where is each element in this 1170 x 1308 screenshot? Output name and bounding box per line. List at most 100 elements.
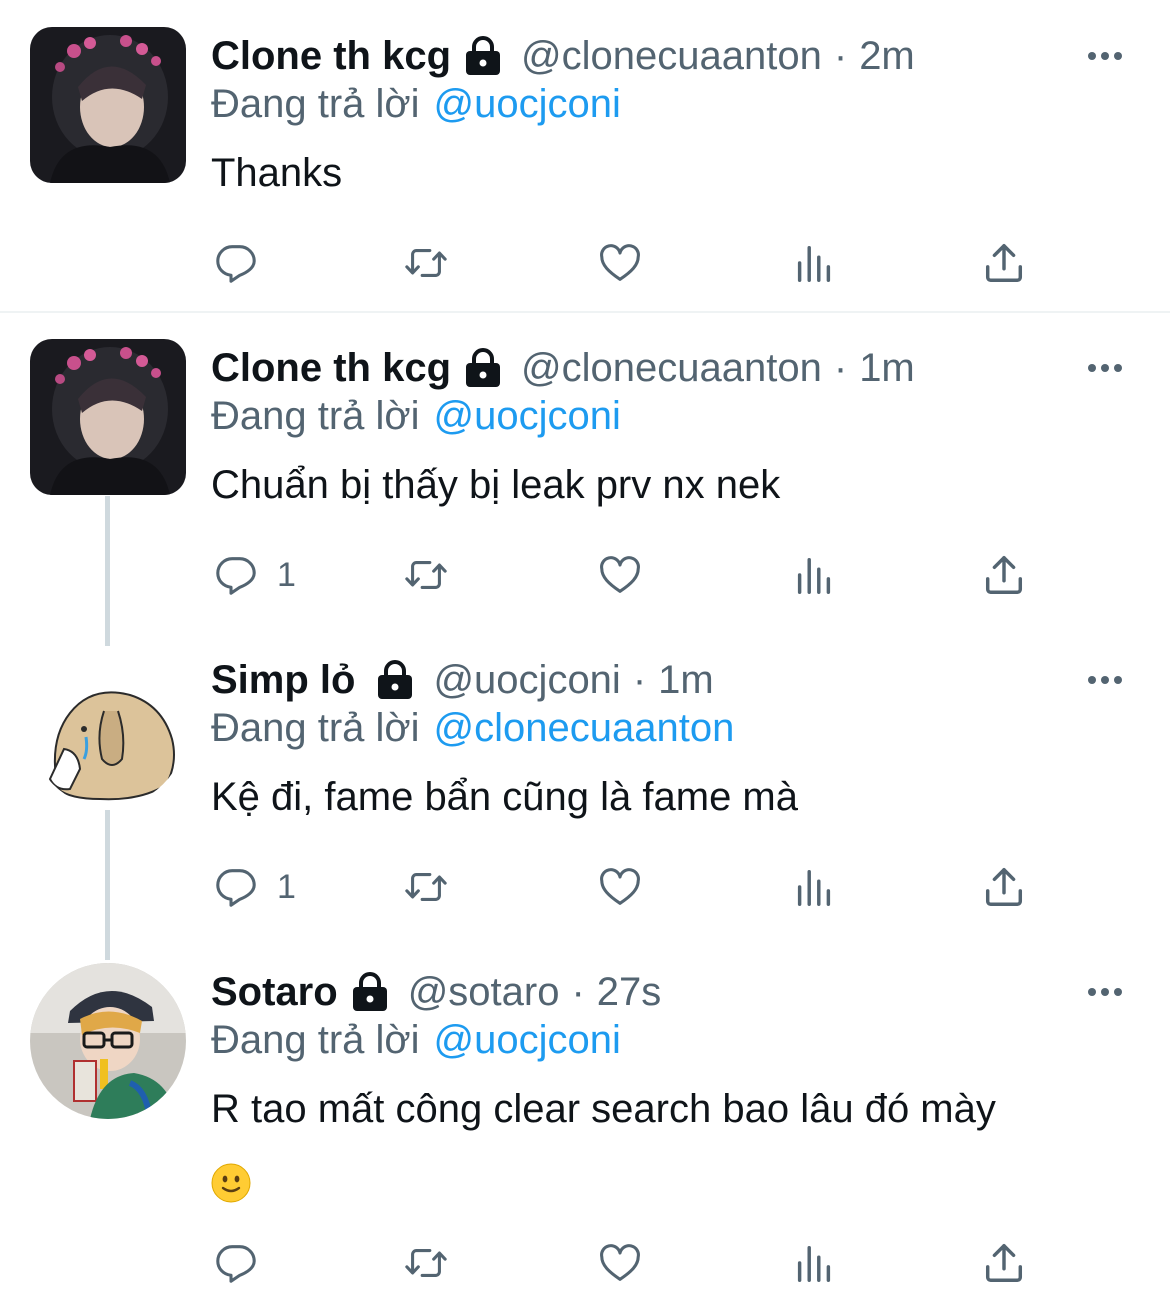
tweet-text: Kệ đi, fame bẩn cũng là fame mà (211, 775, 798, 819)
lock-icon (463, 346, 503, 390)
tweet-text-body: R tao mất công clear search bao lâu đó m… (211, 1087, 996, 1131)
more-icon[interactable] (1085, 36, 1125, 76)
reply-button[interactable] (213, 1233, 277, 1293)
avatar[interactable] (30, 651, 186, 807)
tweet-header: Sotaro @sotaro · 27s (211, 962, 1170, 1022)
handle[interactable]: @clonecuaanton (521, 34, 822, 79)
views-icon (797, 245, 831, 282)
reply-button[interactable]: 1 (213, 857, 296, 917)
share-button[interactable] (981, 545, 1027, 605)
avatar[interactable] (30, 339, 186, 495)
separator-dot: · (632, 657, 647, 702)
action-bar: 1 (0, 545, 1170, 605)
replying-label: Đang trả lời (211, 394, 420, 438)
avatar-image (30, 339, 186, 495)
tweet-text: Chuẩn bị thấy bị leak prv nx nek (211, 463, 781, 507)
mention-link[interactable]: @uocjconi (434, 1018, 621, 1062)
reply-icon (216, 245, 256, 283)
avatar-image (30, 27, 186, 183)
more-icon[interactable] (1085, 348, 1125, 388)
share-button[interactable] (981, 857, 1027, 917)
reply-icon (216, 557, 256, 595)
timestamp[interactable]: 1m (658, 658, 714, 703)
display-name[interactable]: Sotaro (211, 970, 338, 1015)
display-name[interactable]: Clone th kcg (211, 346, 451, 391)
views-icon (797, 557, 831, 594)
more-icon[interactable] (1085, 660, 1125, 700)
retweet-icon (405, 1249, 447, 1277)
replying-label: Đang trả lời (211, 706, 420, 750)
share-button[interactable] (981, 233, 1027, 293)
handle[interactable]: @uocjconi (433, 658, 620, 703)
replying-label: Đang trả lời (211, 82, 420, 126)
handle[interactable]: @sotaro (408, 970, 560, 1015)
share-icon (985, 244, 1023, 282)
tweet-header: Simp lỏ @uocjconi · 1m (211, 650, 1170, 710)
tweet-text: Thanks (211, 151, 343, 195)
tweet[interactable]: Clone th kcg @clonecuaanton · 2m Đang tr… (0, 0, 1170, 312)
replying-to: Đang trả lời @clonecuaanton (211, 706, 734, 751)
display-name[interactable]: Clone th kcg (211, 34, 451, 79)
replying-to: Đang trả lời @uocjconi (211, 82, 621, 127)
more-icon[interactable] (1085, 972, 1125, 1012)
views-button[interactable] (791, 1233, 837, 1293)
lock-icon (350, 970, 390, 1014)
tweet[interactable]: Simp lỏ @uocjconi · 1m Đang trả lời @clon… (0, 624, 1170, 936)
separator-dot: · (833, 345, 848, 390)
retweet-icon (405, 561, 447, 589)
heart-icon (600, 868, 640, 905)
views-button[interactable] (791, 857, 837, 917)
mention-link[interactable]: @uocjconi (434, 82, 621, 126)
share-icon (985, 1244, 1023, 1282)
avatar[interactable] (30, 963, 186, 1119)
timestamp[interactable]: 2m (859, 34, 915, 79)
views-button[interactable] (791, 233, 837, 293)
views-icon (797, 1245, 831, 1282)
reply-icon (216, 1245, 256, 1283)
separator-dot: · (833, 33, 848, 78)
lock-icon (375, 658, 415, 702)
replying-to: Đang trả lời @uocjconi (211, 394, 621, 439)
timestamp[interactable]: 1m (859, 346, 915, 391)
views-button[interactable] (791, 545, 837, 605)
avatar[interactable] (30, 27, 186, 183)
replying-label: Đang trả lời (211, 1018, 420, 1062)
display-name[interactable]: Simp lỏ (211, 658, 355, 703)
retweet-button[interactable] (403, 233, 449, 293)
action-bar: 1 (0, 857, 1170, 917)
like-button[interactable] (597, 857, 643, 917)
reply-icon (216, 869, 256, 907)
reply-count: 1 (277, 555, 296, 594)
slightly-smiling-face-icon (211, 1157, 251, 1203)
heart-icon (600, 244, 640, 281)
tweet-feed: Clone th kcg @clonecuaanton · 2m Đang tr… (0, 0, 1170, 1308)
like-button[interactable] (597, 1233, 643, 1293)
avatar-image (30, 963, 186, 1119)
reply-button[interactable] (213, 233, 277, 293)
retweet-button[interactable] (403, 545, 449, 605)
like-button[interactable] (597, 545, 643, 605)
tweet[interactable]: Clone th kcg @clonecuaanton · 1m Đang tr… (0, 312, 1170, 624)
retweet-icon (405, 249, 447, 277)
share-icon (985, 868, 1023, 906)
share-icon (985, 556, 1023, 594)
tweet-text: R tao mất công clear search bao lâu đó m… (211, 1076, 1090, 1208)
retweet-button[interactable] (403, 857, 449, 917)
handle[interactable]: @clonecuaanton (521, 346, 822, 391)
tweet[interactable]: Sotaro @sotaro · 27s Đang trả lời @uocjco… (0, 936, 1170, 1308)
reply-button[interactable]: 1 (213, 545, 296, 605)
reply-count: 1 (277, 867, 296, 906)
mention-link[interactable]: @uocjconi (434, 394, 621, 438)
tweet-header: Clone th kcg @clonecuaanton · 2m (211, 26, 1170, 86)
replying-to: Đang trả lời @uocjconi (211, 1018, 621, 1063)
separator-dot: · (571, 969, 585, 1014)
avatar-image (30, 651, 186, 807)
retweet-button[interactable] (403, 1233, 449, 1293)
mention-link[interactable]: @clonecuaanton (434, 706, 735, 750)
like-button[interactable] (597, 233, 643, 293)
heart-icon (600, 556, 640, 593)
views-icon (797, 869, 831, 906)
heart-icon (600, 1244, 640, 1281)
share-button[interactable] (981, 1233, 1027, 1293)
timestamp[interactable]: 27s (597, 970, 662, 1015)
